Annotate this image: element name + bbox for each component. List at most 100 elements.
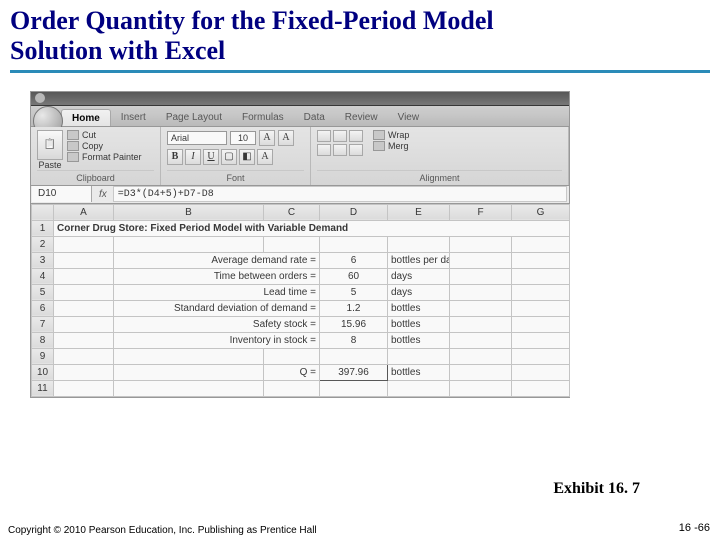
tab-home[interactable]: Home [61,109,111,126]
result-value[interactable]: 397.96 [320,364,388,380]
tab-view[interactable]: View [388,109,430,126]
column-header-E[interactable]: E [388,204,450,220]
sheet-title-cell[interactable]: Corner Drug Store: Fixed Period Model wi… [54,220,570,236]
param-value[interactable]: 6 [320,252,388,268]
formula-input[interactable]: =D3*(D4+5)+D7-D8 [113,186,567,202]
cell[interactable] [388,348,450,364]
cell[interactable] [54,236,114,252]
cell[interactable] [450,284,512,300]
cell[interactable] [320,348,388,364]
cell[interactable] [450,348,512,364]
tab-formulas[interactable]: Formulas [232,109,294,126]
cell[interactable] [264,380,320,396]
cell[interactable] [264,236,320,252]
tab-page-layout[interactable]: Page Layout [156,109,232,126]
param-label[interactable]: Lead time = [114,284,320,300]
cell[interactable] [114,364,264,380]
cell[interactable] [54,380,114,396]
cell[interactable] [388,380,450,396]
param-unit[interactable]: bottles per day [388,252,450,268]
align-bottom-button[interactable] [349,130,363,142]
cell[interactable] [264,348,320,364]
cell[interactable] [512,252,570,268]
param-label[interactable]: Standard deviation of demand = [114,300,320,316]
align-center-button[interactable] [333,144,347,156]
cell[interactable] [54,364,114,380]
row-header-10[interactable]: 10 [32,364,54,380]
font-name-select[interactable]: Arial [167,131,227,145]
param-value[interactable]: 5 [320,284,388,300]
cell[interactable] [450,316,512,332]
tab-insert[interactable]: Insert [111,109,156,126]
param-label[interactable]: Inventory in stock = [114,332,320,348]
row-header-3[interactable]: 3 [32,252,54,268]
fx-icon[interactable]: fx [93,189,113,200]
column-header-G[interactable]: G [512,204,570,220]
row-header-1[interactable]: 1 [32,220,54,236]
cell[interactable] [54,316,114,332]
underline-button[interactable]: U [203,149,219,165]
italic-button[interactable]: I [185,149,201,165]
cell[interactable] [450,332,512,348]
format-painter-button[interactable]: Format Painter [67,152,142,162]
cell[interactable] [512,348,570,364]
cell[interactable] [512,364,570,380]
name-box[interactable]: D10 [32,186,92,202]
param-value[interactable]: 15.96 [320,316,388,332]
cell[interactable] [388,236,450,252]
align-middle-button[interactable] [333,130,347,142]
column-header-F[interactable]: F [450,204,512,220]
cell[interactable] [450,380,512,396]
select-all-cell[interactable] [32,204,54,220]
border-button[interactable]: ▢ [221,149,237,165]
cell[interactable] [512,380,570,396]
param-unit[interactable]: bottles [388,300,450,316]
row-header-5[interactable]: 5 [32,284,54,300]
bold-button[interactable]: B [167,149,183,165]
cell[interactable] [450,300,512,316]
cell[interactable] [512,332,570,348]
cell[interactable] [114,236,264,252]
row-header-11[interactable]: 11 [32,380,54,396]
param-value[interactable]: 8 [320,332,388,348]
param-label[interactable]: Safety stock = [114,316,320,332]
cell[interactable] [512,236,570,252]
cell[interactable] [54,332,114,348]
result-label[interactable]: Q = [264,364,320,380]
paste-button[interactable]: 📋 Paste [37,130,63,170]
param-label[interactable]: Time between orders = [114,268,320,284]
column-header-D[interactable]: D [320,204,388,220]
param-unit[interactable]: bottles [388,332,450,348]
cell[interactable] [512,268,570,284]
param-label[interactable]: Average demand rate = [114,252,320,268]
cell[interactable] [54,348,114,364]
cell[interactable] [450,268,512,284]
cell[interactable] [54,268,114,284]
column-header-C[interactable]: C [264,204,320,220]
align-left-button[interactable] [317,144,331,156]
row-header-7[interactable]: 7 [32,316,54,332]
font-size-select[interactable]: 10 [230,131,256,145]
param-value[interactable]: 1.2 [320,300,388,316]
fill-color-button[interactable]: ◧ [239,149,255,165]
row-header-6[interactable]: 6 [32,300,54,316]
cell[interactable] [320,380,388,396]
column-header-B[interactable]: B [114,204,264,220]
copy-button[interactable]: Copy [67,141,142,151]
cell[interactable] [114,380,264,396]
tab-review[interactable]: Review [335,109,388,126]
cell[interactable] [512,284,570,300]
row-header-2[interactable]: 2 [32,236,54,252]
merge-button[interactable]: Merg [373,141,409,151]
row-header-8[interactable]: 8 [32,332,54,348]
cut-button[interactable]: Cut [67,130,142,140]
worksheet[interactable]: ABCDEFG 1Corner Drug Store: Fixed Period… [31,204,570,397]
cell[interactable] [320,236,388,252]
grow-font-button[interactable]: A [259,130,275,146]
param-unit[interactable]: days [388,284,450,300]
cell[interactable] [54,300,114,316]
cell[interactable] [114,348,264,364]
param-unit[interactable]: bottles [388,316,450,332]
cell[interactable] [450,236,512,252]
cell[interactable] [54,284,114,300]
